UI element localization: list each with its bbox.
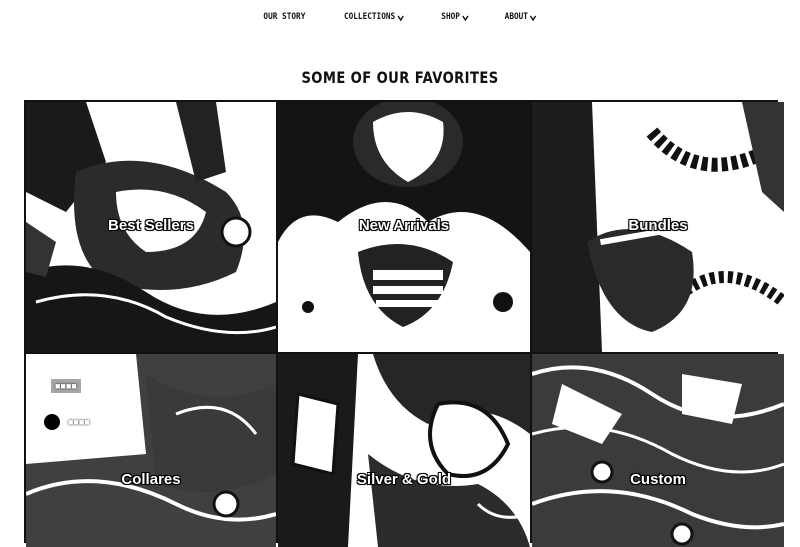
tile-custom[interactable]: Custom	[532, 354, 784, 547]
badge-logo-top: ■■■■	[50, 378, 82, 394]
tile-silver-gold[interactable]: Silver & Gold	[278, 354, 530, 547]
tile-label: New Arrivals	[358, 217, 450, 234]
tile-collares[interactable]: ■■■■ ■■■■ Collares	[26, 354, 276, 547]
nav-collections[interactable]: COLLECTIONS	[344, 11, 405, 23]
tile-label: Collares	[121, 471, 181, 488]
nav-our-story[interactable]: OUR STORY	[263, 12, 305, 22]
top-navigation: OUR STORY COLLECTIONS SHOP ABOUT	[0, 0, 800, 34]
tile-bundles[interactable]: Bundles	[532, 102, 784, 352]
tile-best-sellers[interactable]: Best Sellers	[26, 102, 276, 352]
nav-about-label: ABOUT	[504, 12, 528, 22]
nav-shop[interactable]: SHOP	[442, 11, 470, 23]
badge-logo-bottom: ■■■■	[42, 412, 90, 432]
chevron-down-icon	[530, 15, 537, 22]
silver-gold-image	[278, 354, 530, 547]
nav-shop-label: SHOP	[441, 12, 461, 22]
tile-label: Best Sellers	[108, 217, 194, 234]
chevron-down-icon	[396, 15, 404, 22]
chevron-down-icon	[462, 15, 469, 22]
tile-new-arrivals[interactable]: New Arrivals	[278, 102, 530, 352]
favorites-grid: Best Sellers New Arrivals Bundles ■■■■ ■…	[24, 100, 784, 547]
section-title: SOME OF OUR FAVORITES	[301, 68, 499, 87]
nav-collections-label: COLLECTIONS	[343, 12, 395, 22]
tile-label: Custom	[630, 471, 686, 488]
tile-label: Bundles	[628, 217, 688, 234]
nav-our-story-label: OUR STORY	[263, 12, 306, 22]
tile-label: Silver & Gold	[356, 471, 452, 488]
nav-about[interactable]: ABOUT	[505, 11, 538, 23]
brand-badge: ■■■■ ■■■■	[36, 372, 128, 438]
custom-image	[532, 354, 784, 547]
